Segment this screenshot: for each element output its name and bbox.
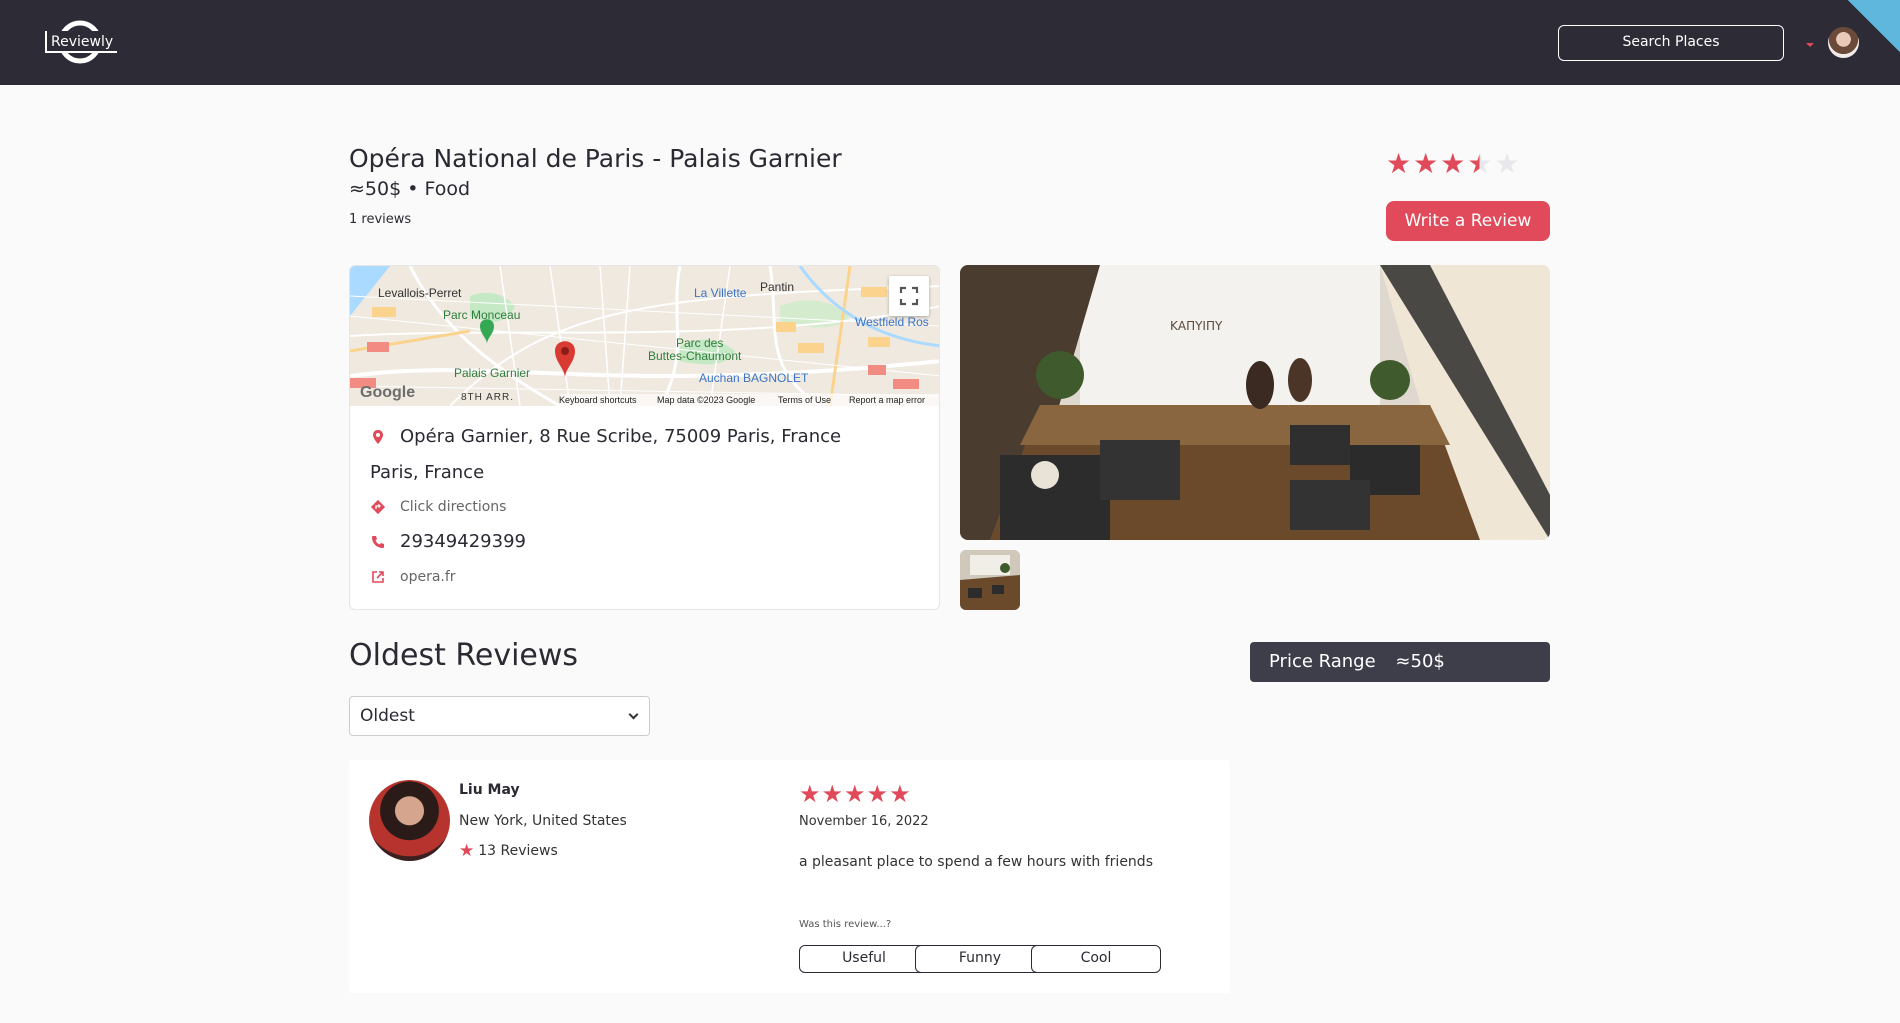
review-text: a pleasant place to spend a few hours wi… [799,854,1153,870]
price-category: ≈50$ • Food [349,178,471,200]
star-icon: ★ [844,780,866,808]
location-pin-icon [373,429,383,444]
phone-number: 29349429399 [400,531,526,552]
star-icon: ★ [889,780,911,808]
address-text: Opéra Garnier, 8 Rue Scribe, 75009 Paris… [400,426,842,447]
star-icon: ★ [821,780,844,808]
fullscreen-icon [899,286,919,306]
directions-icon [370,499,386,515]
review-card: Liu May New York, United States ★ 13 Rev… [349,760,1230,993]
website-row[interactable]: opera.fr [370,569,456,585]
review-rating: ★ ★ ★ ★ ★ [799,782,911,806]
sort-select[interactable]: Oldest [349,696,650,736]
star-icon: ★ [1467,147,1493,180]
map-report-link[interactable]: Report a map error [849,395,925,405]
sort-selected-value: Oldest [360,706,415,726]
location-card: Levallois-Perret La Villette Pantin Parc… [349,265,940,610]
star-icon: ★ [866,780,889,808]
top-navbar: Reviewly Search Places [0,0,1900,85]
useful-button[interactable]: Useful [799,945,929,973]
map-label-palais-garnier: Palais Garnier [454,366,531,380]
map-data-credit: Map data ©2023 Google [657,395,756,405]
star-icon: ★ [799,780,821,808]
reviewly-logo[interactable]: Reviewly [45,17,118,67]
price-range-label: Price Range [1269,651,1376,672]
logo-text: Reviewly [45,31,118,53]
reviewer-review-count-text: 13 Reviews [478,843,558,859]
map-label-monceau: Parc Monceau [443,308,521,322]
price-range-value: ≈50$ [1395,651,1445,672]
reviewer-name[interactable]: Liu May [459,782,520,798]
corner-toggle[interactable] [1848,0,1900,52]
write-review-button[interactable]: Write a Review [1386,201,1550,241]
price-range-box: Price Range ≈50$ [1250,642,1550,682]
map-label-westfield: Westfield Ros [855,315,929,329]
star-icon: ★ [1440,147,1466,180]
restaurant-interior-image: ΚΑΠΥΙΠΥ [960,265,1550,540]
directions-link[interactable]: Click directions [400,499,506,515]
map-label-arrondissement: 8TH ARR. [461,392,515,403]
review-date: November 16, 2022 [799,814,929,829]
funny-button[interactable]: Funny [915,945,1045,973]
city-text: Paris, France [370,462,485,483]
phone-icon [372,535,384,548]
google-logo: Google [360,384,416,401]
directions-row[interactable]: Click directions [370,499,506,515]
star-icon: ★ [459,841,475,861]
map-label-buttes-1: Parc des [676,336,724,350]
review-feedback-prompt: Was this review...? [799,919,892,930]
star-icon: ★ [1494,147,1520,180]
reviews-section-title: Oldest Reviews [349,638,579,673]
page-title: Opéra National de Paris - Palais Garnier [349,144,842,173]
star-icon: ★ [1413,147,1439,180]
map-label-levallois: Levallois-Perret [378,286,462,300]
map-label-pantin: Pantin [760,280,795,294]
google-map[interactable]: Levallois-Perret La Villette Pantin Parc… [350,266,939,406]
user-menu-caret-icon[interactable] [1806,43,1814,47]
map-keyboard-shortcuts[interactable]: Keyboard shortcuts [559,395,637,405]
phone-row: 29349429399 [370,531,526,552]
svg-text:ΚΑΠΥΙΠΥ: ΚΑΠΥΙΠΥ [1170,319,1223,333]
map-label-villette: La Villette [694,286,747,300]
map-label-buttes-2: Buttes-Chaumont [648,349,742,363]
reviewer-avatar[interactable] [369,780,450,861]
website-link[interactable]: opera.fr [400,569,456,585]
place-rating: ★ ★ ★ ★ ★ [1386,150,1520,178]
reviewer-review-count: ★ 13 Reviews [459,841,558,861]
review-count: 1 reviews [349,212,412,227]
star-icon: ★ [1386,147,1412,180]
reviewer-location: New York, United States [459,813,627,829]
main-photo[interactable]: ΚΑΠΥΙΠΥ [960,265,1550,540]
address-row: Opéra Garnier, 8 Rue Scribe, 75009 Paris… [370,426,841,447]
map-label-auchan: Auchan BAGNOLET [699,371,809,385]
external-link-icon [372,571,384,583]
map-terms-link[interactable]: Terms of Use [778,395,831,405]
chevron-down-icon [628,709,639,720]
thumbnail-image [960,550,1020,610]
search-places-button[interactable]: Search Places [1558,25,1784,61]
map-fullscreen-button[interactable] [889,276,929,316]
cool-button[interactable]: Cool [1031,945,1161,973]
photo-thumbnail[interactable] [960,550,1020,610]
